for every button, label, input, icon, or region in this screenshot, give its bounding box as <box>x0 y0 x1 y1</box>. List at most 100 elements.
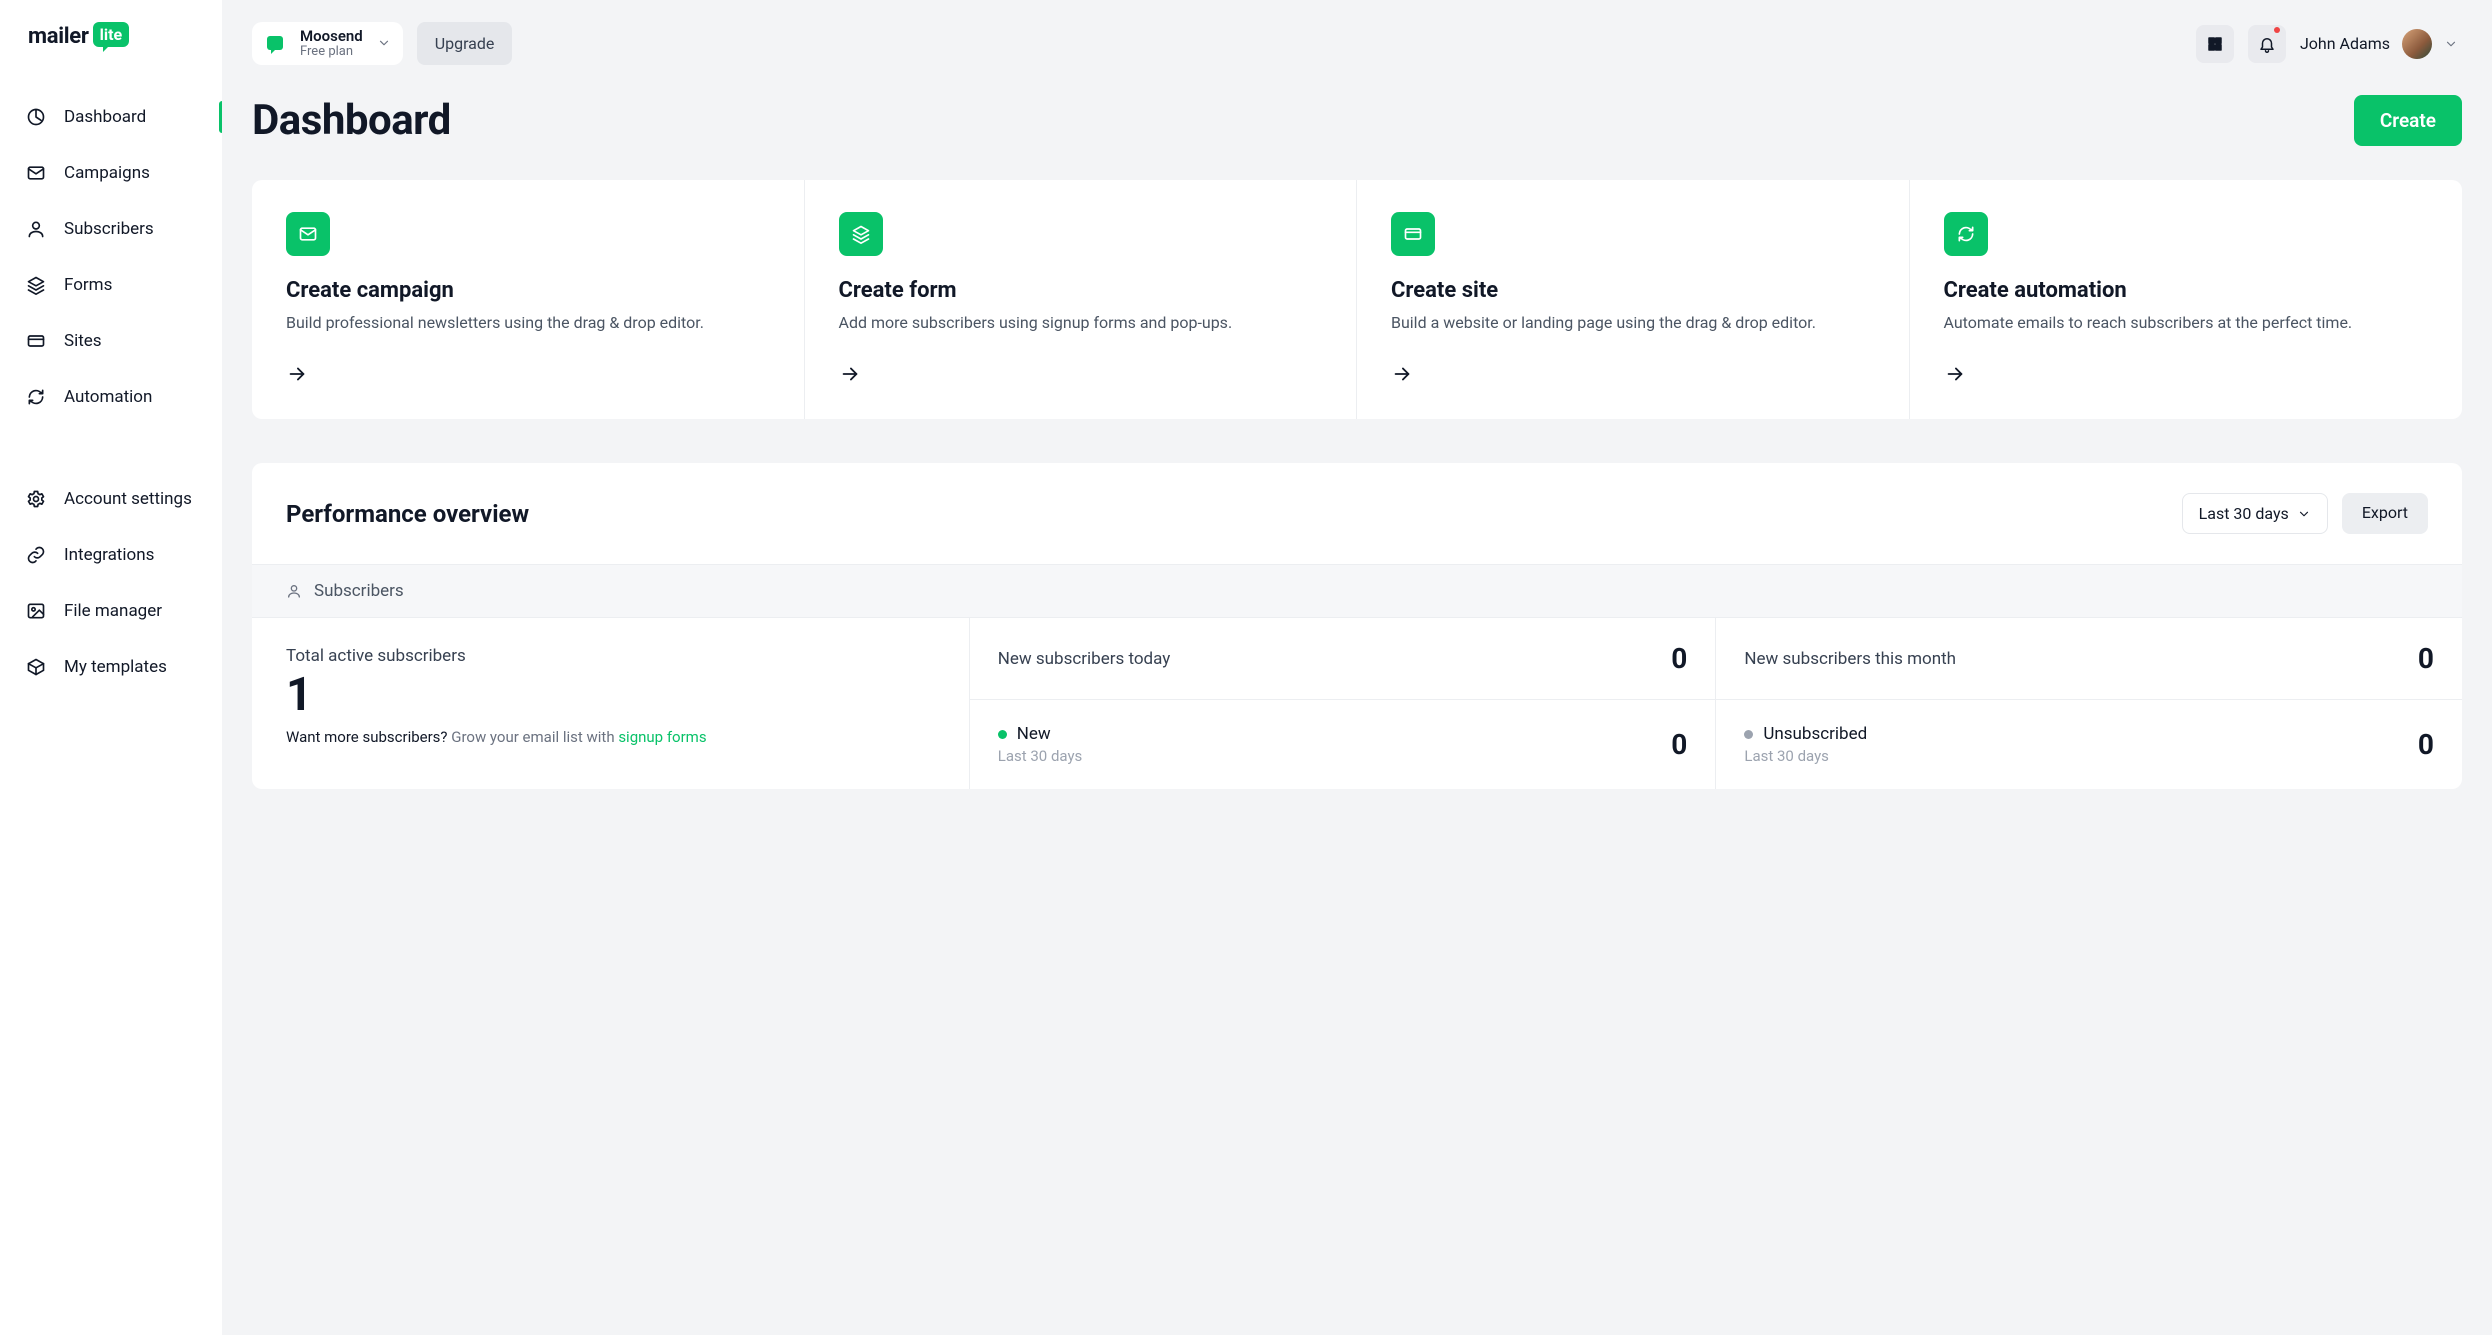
image-icon <box>26 601 46 621</box>
stat-label: New subscribers this month <box>1744 649 1956 669</box>
user-menu[interactable]: John Adams <box>2300 29 2458 59</box>
sidebar-item-subscribers[interactable]: Subscribers <box>0 201 222 257</box>
chevron-down-icon <box>377 36 391 50</box>
mail-icon <box>26 163 46 183</box>
layers-icon <box>26 275 46 295</box>
stat-value: 0 <box>1671 642 1687 675</box>
quick-desc: Add more subscribers using signup forms … <box>839 311 1323 335</box>
refresh-icon <box>1944 212 1988 256</box>
upgrade-button[interactable]: Upgrade <box>417 22 513 65</box>
signup-forms-link[interactable]: signup forms <box>618 728 706 746</box>
stat-sublabel: Last 30 days <box>998 747 1083 765</box>
stat-label: Unsubscribed <box>1763 724 1867 744</box>
stat-new-today: New subscribers today 0 <box>969 618 1716 699</box>
quick-desc: Build professional newsletters using the… <box>286 311 770 335</box>
user-name: John Adams <box>2300 34 2390 53</box>
quick-create-form[interactable]: Create form Add more subscribers using s… <box>805 180 1358 419</box>
stat-new-month: New subscribers this month 0 <box>1715 618 2462 699</box>
main-content: Moosend Free plan Upgrade John Adams D <box>222 0 2492 789</box>
user-icon <box>286 583 302 599</box>
quick-desc: Build a website or landing page using th… <box>1391 311 1875 335</box>
status-dot-green <box>998 730 1007 739</box>
status-dot-grey <box>1744 730 1753 739</box>
quick-actions: Create campaign Build professional newsl… <box>252 180 2462 419</box>
create-button[interactable]: Create <box>2354 95 2462 146</box>
performance-tab-subscribers[interactable]: Subscribers <box>252 564 2462 618</box>
account-name: Moosend <box>300 28 363 45</box>
quick-title: Create campaign <box>286 278 770 303</box>
page-title: Dashboard <box>252 96 451 145</box>
card-icon <box>1391 212 1435 256</box>
notifications-button[interactable] <box>2248 25 2286 63</box>
arrow-right-icon <box>839 363 1323 389</box>
stat-value: 0 <box>2418 728 2434 761</box>
arrow-right-icon <box>1944 363 2429 389</box>
stat-unsubscribed-30d: Unsubscribed Last 30 days 0 <box>1715 699 2462 789</box>
logo[interactable]: mailer lite <box>0 0 222 81</box>
sidebar-item-sites[interactable]: Sites <box>0 313 222 369</box>
sidebar-item-integrations[interactable]: Integrations <box>0 527 222 583</box>
pie-icon <box>26 107 46 127</box>
performance-overview: Performance overview Last 30 days Export… <box>252 463 2462 789</box>
sidebar-item-account-settings[interactable]: Account settings <box>0 471 222 527</box>
link-icon <box>26 545 46 565</box>
layers-icon <box>839 212 883 256</box>
grid-icon <box>2206 35 2224 53</box>
bell-icon <box>2258 35 2276 53</box>
mail-icon <box>286 212 330 256</box>
export-button[interactable]: Export <box>2342 493 2428 534</box>
sidebar-item-automation[interactable]: Automation <box>0 369 222 425</box>
package-icon <box>26 657 46 677</box>
logo-text: mailer <box>28 24 89 49</box>
quick-create-site[interactable]: Create site Build a website or landing p… <box>1357 180 1910 419</box>
topbar: Moosend Free plan Upgrade John Adams <box>222 0 2492 75</box>
total-hint: Want more subscribers? Grow your email l… <box>286 728 935 746</box>
avatar <box>2402 29 2432 59</box>
card-icon <box>26 331 46 351</box>
quick-title: Create form <box>839 278 1323 303</box>
arrow-right-icon <box>1391 363 1875 389</box>
chat-icon <box>260 28 290 58</box>
logo-badge: lite <box>93 22 130 47</box>
sidebar-item-label: Subscribers <box>64 219 154 239</box>
performance-title: Performance overview <box>286 500 529 528</box>
quick-create-automation[interactable]: Create automation Automate emails to rea… <box>1910 180 2463 419</box>
refresh-icon <box>26 387 46 407</box>
sidebar-item-campaigns[interactable]: Campaigns <box>0 145 222 201</box>
gear-icon <box>26 489 46 509</box>
sidebar-item-dashboard[interactable]: Dashboard <box>0 89 222 145</box>
total-label: Total active subscribers <box>286 646 935 666</box>
stat-label: New subscribers today <box>998 649 1171 669</box>
total-value: 1 <box>286 672 935 718</box>
sidebar-item-label: Automation <box>64 387 152 407</box>
date-range-select[interactable]: Last 30 days <box>2182 493 2328 534</box>
quick-title: Create automation <box>1944 278 2429 303</box>
sidebar-item-label: Campaigns <box>64 163 150 183</box>
total-active-subscribers: Total active subscribers 1 Want more sub… <box>252 618 969 789</box>
quick-create-campaign[interactable]: Create campaign Build professional newsl… <box>252 180 805 419</box>
sidebar-item-label: Dashboard <box>64 107 146 127</box>
chevron-down-icon <box>2444 37 2458 51</box>
sidebar-item-forms[interactable]: Forms <box>0 257 222 313</box>
performance-tab-label: Subscribers <box>314 581 404 601</box>
chevron-down-icon <box>2297 507 2311 521</box>
arrow-right-icon <box>286 363 770 389</box>
stat-value: 0 <box>1671 728 1687 761</box>
account-switcher[interactable]: Moosend Free plan <box>252 22 403 65</box>
quick-title: Create site <box>1391 278 1875 303</box>
sidebar: mailer lite Dashboard Campaigns Subscrib… <box>0 0 222 1335</box>
sidebar-item-label: File manager <box>64 601 162 621</box>
sidebar-item-label: Sites <box>64 331 102 351</box>
apps-button[interactable] <box>2196 25 2234 63</box>
sidebar-item-label: My templates <box>64 657 167 677</box>
stat-new-30d: New Last 30 days 0 <box>969 699 1716 789</box>
quick-desc: Automate emails to reach subscribers at … <box>1944 311 2429 335</box>
sidebar-item-my-templates[interactable]: My templates <box>0 639 222 695</box>
sidebar-item-label: Account settings <box>64 489 192 509</box>
stat-label: New <box>1017 724 1051 744</box>
sidebar-item-file-manager[interactable]: File manager <box>0 583 222 639</box>
date-range-label: Last 30 days <box>2199 504 2289 523</box>
user-icon <box>26 219 46 239</box>
sidebar-item-label: Integrations <box>64 545 154 565</box>
sidebar-item-label: Forms <box>64 275 112 295</box>
